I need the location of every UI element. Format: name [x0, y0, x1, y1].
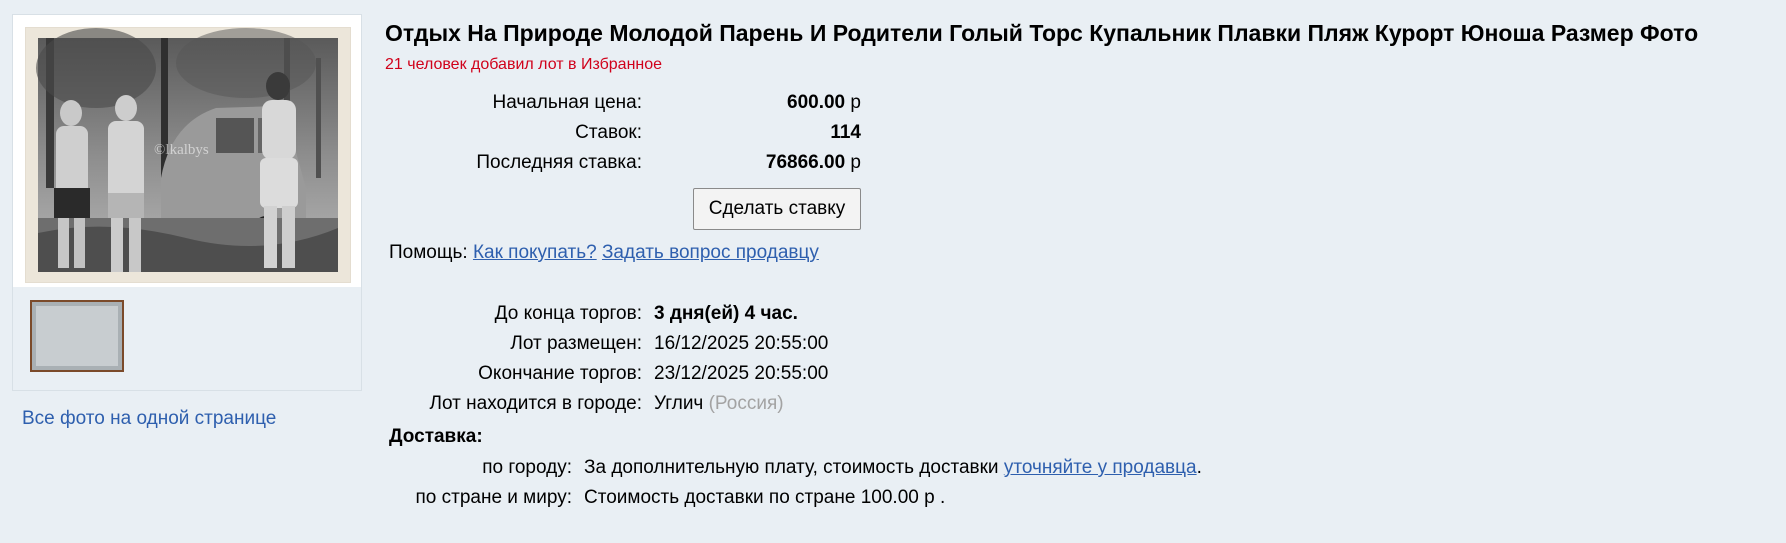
photo-thumbnail[interactable] — [30, 300, 124, 372]
delivery-world-label: по стране и миру: — [415, 487, 572, 508]
bids-value: 114 — [830, 122, 861, 144]
delivery-city-value: За дополнительную плату, стоимость доста… — [584, 457, 1202, 478]
delivery-city-label: по городу: — [482, 457, 572, 478]
delivery-heading: Доставка: — [389, 426, 483, 447]
help-row: Помощь: Как покупать? Задать вопрос прод… — [389, 242, 819, 264]
start-price-value: 600.00 р — [787, 92, 861, 114]
last-bid-value: 76866.00 р — [766, 152, 861, 174]
all-photos-link[interactable]: Все фото на одной странице — [22, 408, 276, 430]
thumbnail-strip — [13, 287, 361, 390]
end-date-value: 23/12/2025 20:55:00 — [654, 363, 829, 384]
last-bid-amount: 76866.00 — [765, 152, 846, 173]
bids-count: 114 — [830, 122, 861, 143]
city-label: Лот находится в городе: — [429, 393, 642, 414]
place-bid-button[interactable]: Сделать ставку — [693, 188, 861, 230]
currency-symbol: р — [850, 152, 861, 173]
photo-gallery: ©lkalbys — [12, 14, 362, 391]
last-bid-label: Последняя ставка: — [476, 152, 642, 173]
ends-in-value: 3 дня(ей) 4 час. — [654, 303, 798, 324]
end-date-label: Окончание торгов: — [478, 363, 642, 384]
ask-seller-link[interactable]: Задать вопрос продавцу — [602, 242, 819, 263]
country-name: (Россия) — [708, 393, 784, 414]
start-price-amount: 600.00 — [787, 92, 846, 113]
help-label: Помощь: — [389, 242, 468, 263]
thumbnail-image — [32, 302, 122, 370]
bids-label: Ставок: — [575, 122, 642, 143]
start-price-label: Начальная цена: — [492, 92, 642, 113]
main-lot-photo[interactable]: ©lkalbys — [25, 27, 351, 283]
ends-in-label: До конца торгов: — [494, 303, 642, 324]
vintage-photo-image: ©lkalbys — [26, 28, 350, 282]
favorites-count-note: 21 человек добавил лот в Избранное — [385, 56, 663, 73]
posted-value: 16/12/2025 20:55:00 — [654, 333, 829, 354]
posted-label: Лот размещен: — [510, 333, 642, 354]
delivery-city-text: За дополнительную плату, стоимость доста… — [584, 457, 999, 478]
cut-off-section-heading — [389, 532, 403, 543]
city-value: Углич (Россия) — [654, 393, 784, 415]
currency-symbol: р — [850, 92, 861, 113]
city-name: Углич — [654, 393, 704, 414]
delivery-world-value: Стоимость доставки по стране 100.00 р . — [584, 487, 946, 508]
lot-title: Отдых На Природе Молодой Парень И Родите… — [385, 20, 1699, 46]
watermark-text: ©lkalbys — [154, 142, 209, 158]
ask-seller-delivery-link[interactable]: уточняйте у продавца — [1004, 457, 1197, 478]
how-to-buy-link[interactable]: Как покупать? — [473, 242, 597, 263]
